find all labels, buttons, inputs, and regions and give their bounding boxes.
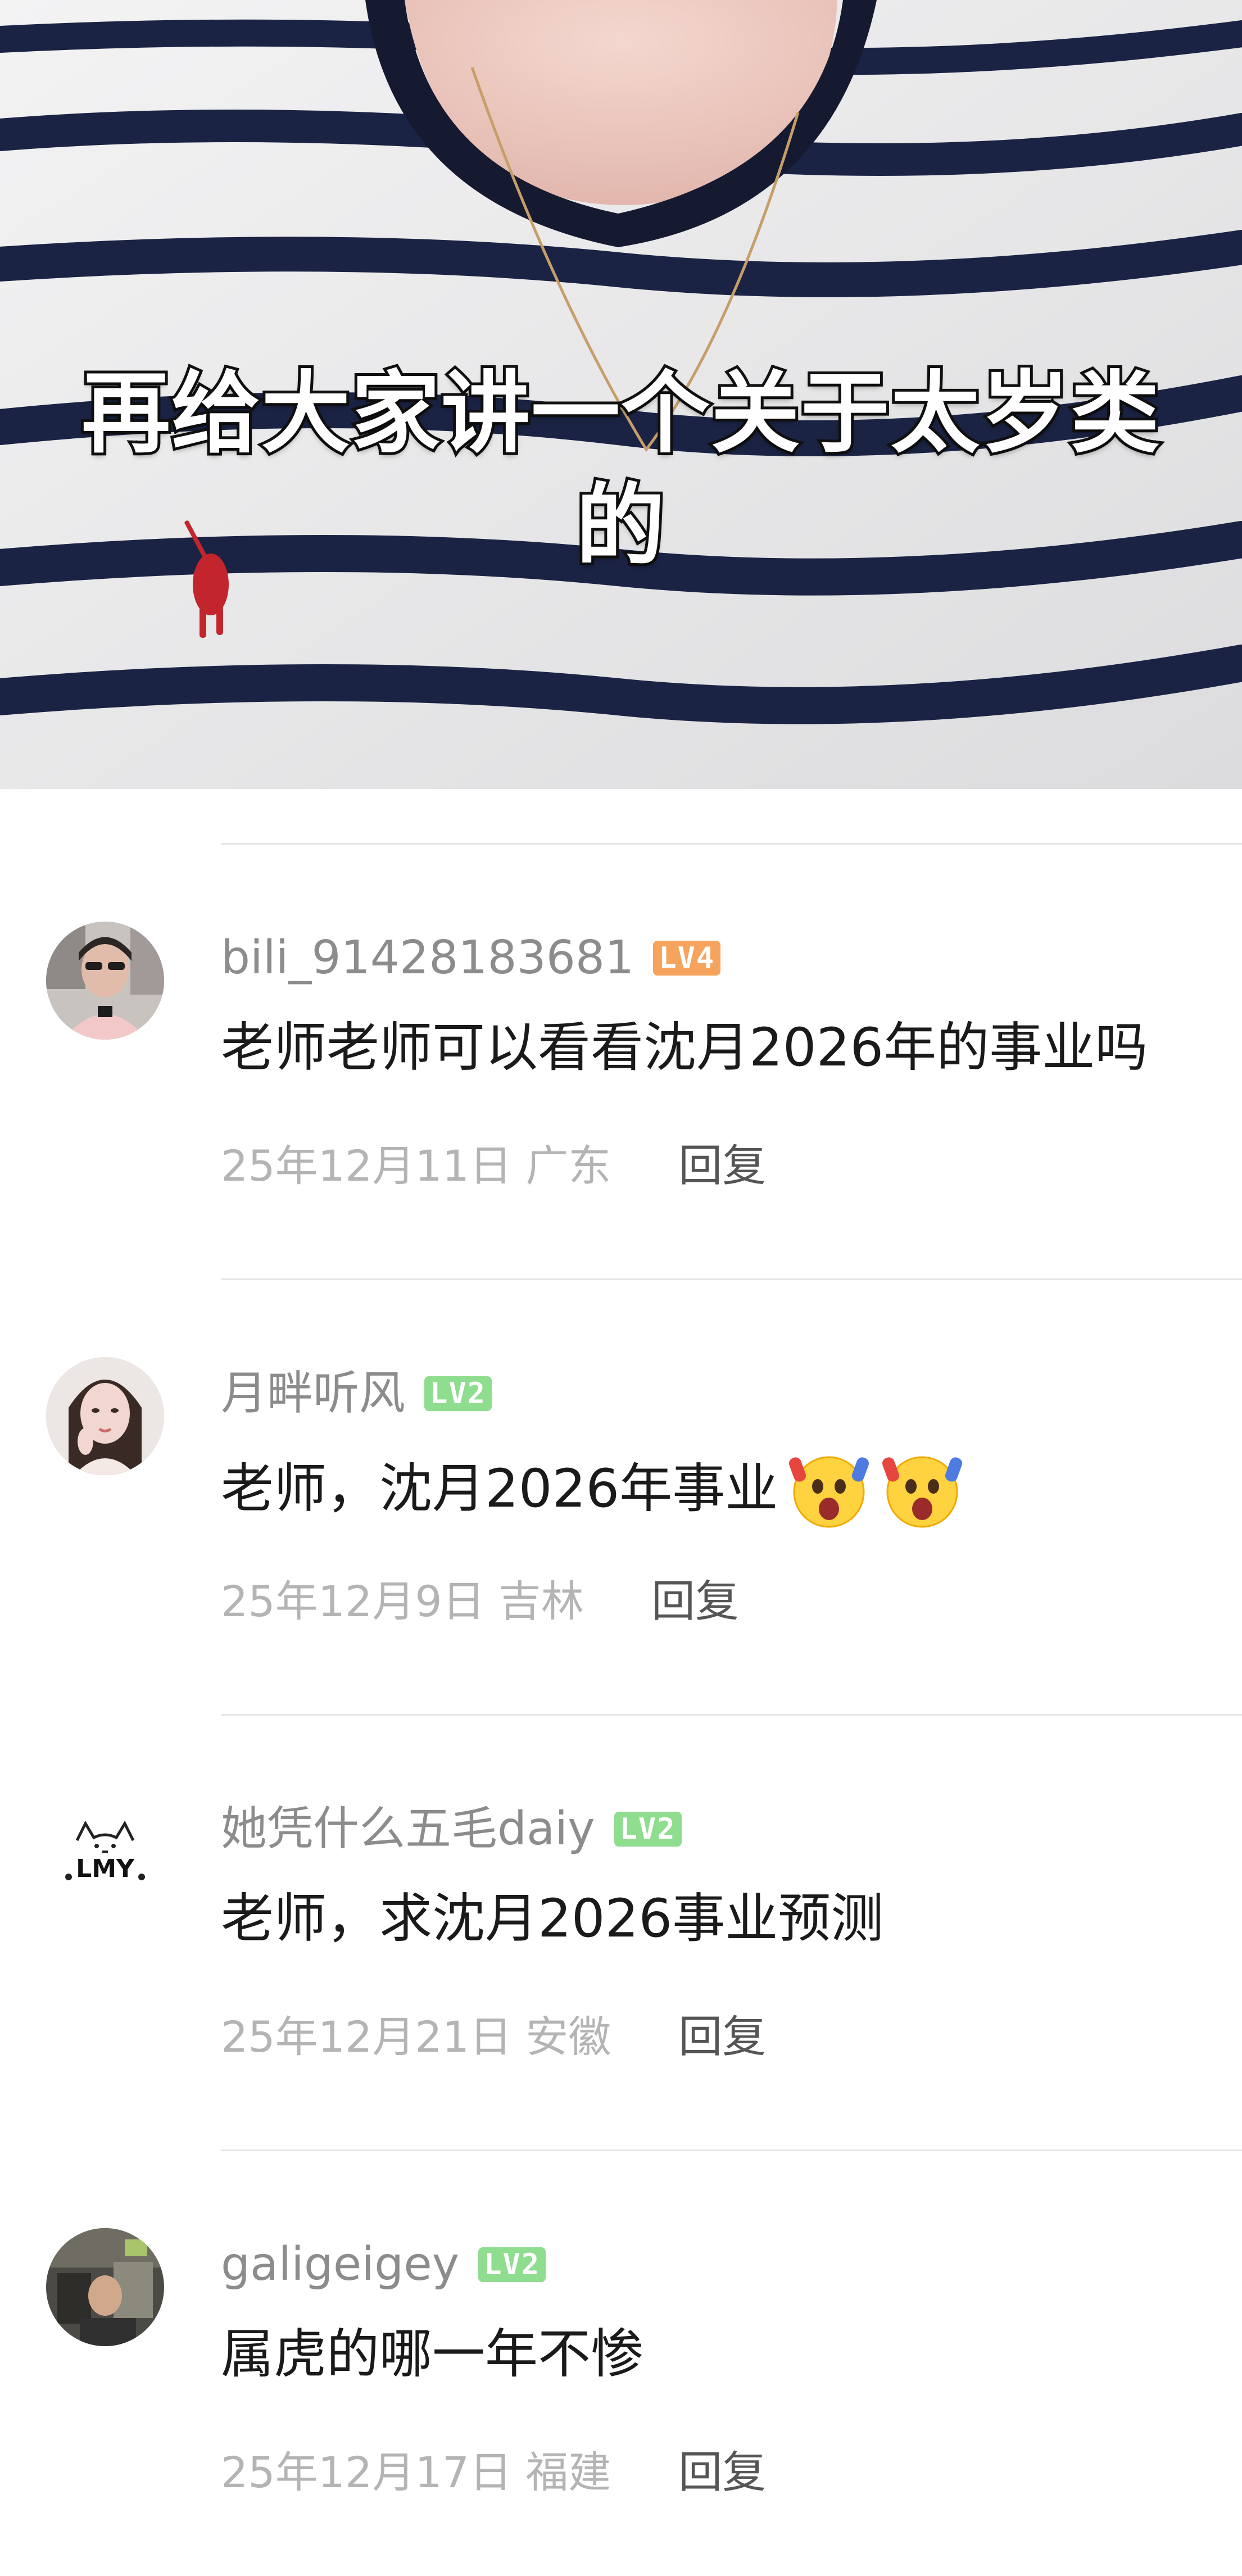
comment-meta: 月畔听风 LV2 [221, 1363, 492, 1425]
scared-face-emoji [787, 1447, 871, 1531]
reply-button[interactable]: 回复 [651, 1571, 739, 1632]
comment-footer: 25年12月21日 安徽 回复 [221, 2006, 766, 2068]
scared-face-emoji [880, 1447, 964, 1531]
comment-meta: 她凭什么五毛daiy LV2 [221, 1798, 682, 1860]
comment-item: galigeigey LV2 属虎的哪一年不惨 25年12月17日 福建 回复 [0, 2149, 1242, 2576]
avatar-image [46, 1357, 164, 1475]
avatar-image [46, 2228, 164, 2346]
username[interactable]: bili_91428183681 [221, 927, 634, 989]
comment-date-location: 25年12月9日 吉林 [221, 1576, 584, 1626]
comment-footer: 25年12月11日 广东 回复 [221, 1135, 766, 1197]
comment-item: bili_91428183681 LV4 老师老师可以看看沈月2026年的事业吗… [0, 843, 1242, 1278]
level-badge: LV2 [614, 1812, 682, 1847]
comment-text: 老师，沈月2026年事业 [221, 1447, 964, 1531]
user-avatar[interactable] [46, 2228, 164, 2346]
comment-text-content: 老师，沈月2026年事业 [221, 1458, 778, 1520]
comment-text-content: 老师老师可以看看沈月2026年的事业吗 [221, 1017, 1148, 1078]
subtitle-line: 的 [573, 471, 668, 580]
subtitle-line: 再给大家讲一个关于太岁类 [79, 359, 1162, 468]
video-player[interactable]: 再给大家讲一个关于太岁类 的 [0, 0, 1242, 789]
comment-date-location: 25年12月21日 安徽 [221, 2012, 611, 2062]
comment-footer: 25年12月17日 福建 回复 [221, 2442, 766, 2504]
comment-text-content: 老师，求沈月2026事业预测 [221, 1888, 884, 1949]
comment-text: 老师，求沈月2026事业预测 [221, 1883, 883, 1956]
app-screen: 再给大家讲一个关于太岁类 的 bili_91428183681 LV4 老师老师… [0, 0, 1242, 2576]
reply-button[interactable]: 回复 [678, 1135, 766, 1197]
comment-date-location: 25年12月11日 广东 [221, 1141, 611, 1191]
comment-meta: galigeigey LV2 [221, 2234, 546, 2296]
avatar-text: LMY [76, 1854, 135, 1883]
comment-date-location: 25年12月17日 福建 [221, 2447, 611, 2497]
comment-list: bili_91428183681 LV4 老师老师可以看看沈月2026年的事业吗… [0, 789, 1242, 2576]
comment-footer: 25年12月9日 吉林 回复 [221, 1571, 739, 1632]
user-avatar[interactable] [46, 1357, 164, 1475]
user-avatar[interactable]: LMY [46, 1793, 164, 1911]
reply-button[interactable]: 回复 [678, 2442, 766, 2504]
level-badge: LV4 [653, 941, 721, 976]
username[interactable]: 月畔听风 [221, 1363, 405, 1425]
comment-text-content: 属虎的哪一年不惨 [221, 2324, 644, 2385]
comment-text: 属虎的哪一年不惨 [221, 2318, 643, 2391]
avatar-image [46, 922, 164, 1040]
user-avatar[interactable] [46, 922, 164, 1040]
comment-item: LMY 她凭什么五毛daiy LV2 老师，求沈月2026事业预测 25年12月… [0, 1714, 1242, 2149]
level-badge: LV2 [478, 2247, 546, 2282]
reply-button[interactable]: 回复 [678, 2006, 766, 2068]
video-subtitle: 再给大家讲一个关于太岁类 的 [0, 357, 1242, 582]
comment-text: 老师老师可以看看沈月2026年的事业吗 [221, 1012, 1148, 1085]
avatar-image: LMY [46, 1793, 164, 1911]
username[interactable]: 她凭什么五毛daiy [221, 1798, 595, 1860]
comment-item: 月畔听风 LV2 老师，沈月2026年事业 25年12月9日 吉林 回复 [0, 1278, 1242, 1714]
comment-meta: bili_91428183681 LV4 [221, 927, 721, 989]
level-badge: LV2 [424, 1376, 492, 1411]
username[interactable]: galigeigey [221, 2234, 459, 2296]
